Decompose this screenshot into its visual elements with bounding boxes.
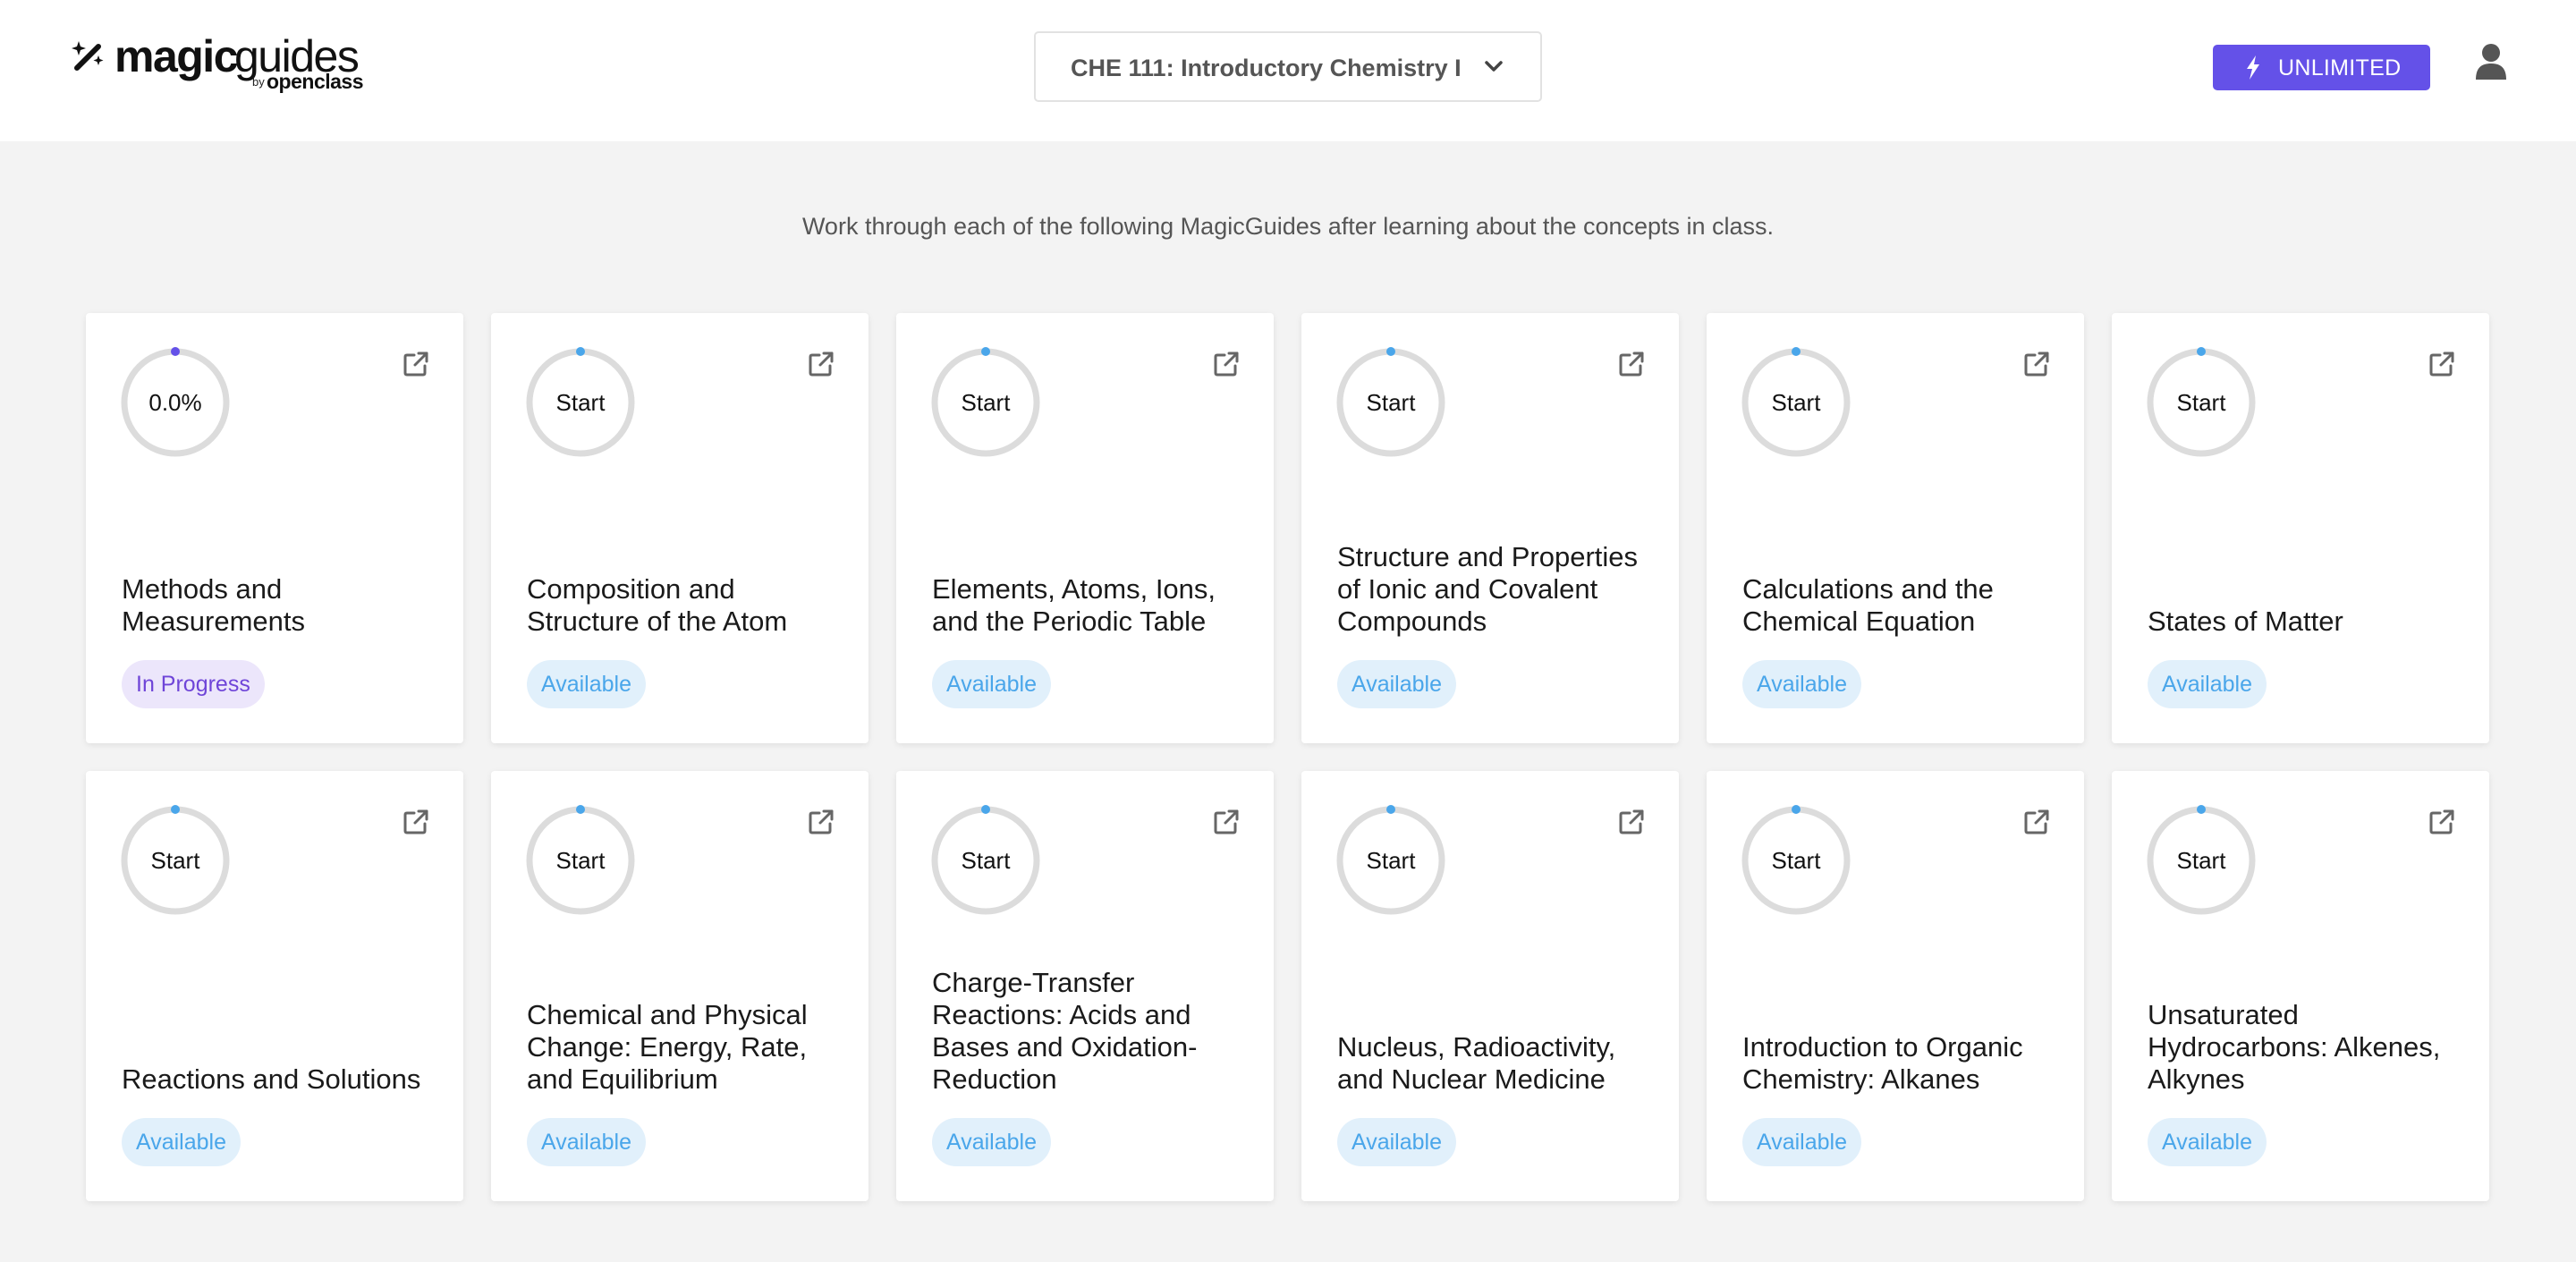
start-label: Start [961, 847, 1011, 874]
logo-magic-text: magic [114, 31, 239, 81]
guide-title: Reactions and Solutions [122, 1063, 421, 1095]
guide-title: Introduction to Organic Chemistry: Alkan… [1742, 1031, 2023, 1095]
status-badge: Available [122, 1118, 242, 1166]
guide-title: Nucleus, Radioactivity, and Nuclear Medi… [1337, 1031, 1616, 1095]
status-badge: Available [932, 660, 1052, 708]
logo-openclass-text: openclass [267, 70, 364, 93]
guide-card[interactable]: Start Composition and Structure of the At… [491, 313, 869, 743]
status-badge: Available [2148, 660, 2267, 708]
open-external-icon[interactable] [402, 809, 429, 835]
start-label: Start [1366, 847, 1416, 874]
top-header: magic guides by openclass CHE 111: Intro… [0, 0, 2576, 141]
start-label: Start [555, 389, 606, 416]
guide-title: Structure and Properties of Ionic and Co… [1337, 541, 1639, 637]
guide-title: Charge-Transfer Reactions: Acids and Bas… [932, 967, 1198, 1095]
start-label: Start [555, 847, 606, 874]
open-external-icon[interactable] [808, 809, 835, 835]
guide-card[interactable]: Start Nucleus, Radioactivity, and Nuclear… [1301, 771, 1679, 1201]
guide-title: Methods and Measurements [122, 573, 306, 637]
status-badge: Available [527, 660, 647, 708]
start-label: Start [1771, 847, 1821, 874]
guide-card[interactable]: Start Reactions and Solutions Available [86, 771, 463, 1201]
guide-card[interactable]: Start Chemical and Physical Change: Energ… [491, 771, 869, 1201]
start-label: Start [961, 389, 1011, 416]
status-badge: Available [1742, 660, 1862, 708]
open-external-icon[interactable] [1213, 809, 1240, 835]
status-badge: Available [1337, 660, 1457, 708]
guide-title: States of Matter [2148, 606, 2343, 637]
user-icon[interactable] [2474, 43, 2508, 80]
status-badge: Available [932, 1118, 1052, 1166]
guide-title: Unsaturated Hydrocarbons: Alkenes, Alkyn… [2148, 999, 2441, 1095]
guide-card[interactable]: Start States of Matter Available [2112, 313, 2489, 743]
start-label: Start [2176, 847, 2226, 874]
guide-card[interactable]: Start Charge-Transfer Reactions: Acids an… [896, 771, 1274, 1201]
start-label: Start [1366, 389, 1416, 416]
logo-by-text: by [252, 75, 265, 89]
guide-title: Composition and Structure of the Atom [527, 573, 788, 637]
open-external-icon[interactable] [1213, 351, 1240, 377]
progress-percent: 0.0% [148, 389, 202, 416]
open-external-icon[interactable] [2428, 809, 2455, 835]
course-select-label: CHE 111: Introductory Chemistry I [1071, 55, 1462, 81]
guide-card[interactable]: Start Elements, Atoms, Ions, and the Peri… [896, 313, 1274, 743]
guide-title: Elements, Atoms, Ions, and the Periodic … [932, 573, 1216, 637]
guide-card[interactable]: Start Structure and Properties of Ionic a… [1301, 313, 1679, 743]
unlimited-label: UNLIMITED [2278, 55, 2402, 80]
guide-card[interactable]: 0.0% Methods and Measurements In Progress [86, 313, 463, 743]
chevron-down-icon [1485, 61, 1503, 72]
open-external-icon[interactable] [1618, 351, 1645, 377]
status-badge: Available [527, 1118, 647, 1166]
open-external-icon[interactable] [2023, 351, 2050, 377]
start-label: Start [1771, 389, 1821, 416]
guide-title: Chemical and Physical Change: Energy, Ra… [527, 999, 808, 1095]
status-badge: In Progress [122, 660, 265, 708]
guide-title: Calculations and the Chemical Equation [1742, 573, 1994, 637]
magic-wand-icon [72, 41, 104, 71]
course-select[interactable]: CHE 111: Introductory Chemistry I [1034, 31, 1542, 102]
guide-card[interactable]: Start Unsaturated Hydrocarbons: Alkenes, … [2112, 771, 2489, 1201]
open-external-icon[interactable] [402, 351, 429, 377]
status-badge: Available [1337, 1118, 1457, 1166]
guide-card[interactable]: Start Calculations and the Chemical Equat… [1707, 313, 2084, 743]
magicguides-logo[interactable]: magic guides by openclass [72, 31, 376, 97]
open-external-icon[interactable] [2023, 809, 2050, 835]
status-badge: Available [2148, 1118, 2267, 1166]
guide-card[interactable]: Start Introduction to Organic Chemistry: … [1707, 771, 2084, 1201]
start-label: Start [2176, 389, 2226, 416]
open-external-icon[interactable] [1618, 809, 1645, 835]
unlimited-plan-button[interactable]: UNLIMITED [2213, 45, 2430, 90]
intro-text: Work through each of the following Magic… [801, 213, 1775, 240]
status-badge: Available [1742, 1118, 1862, 1166]
open-external-icon[interactable] [2428, 351, 2455, 377]
start-label: Start [150, 847, 200, 874]
bolt-icon [2247, 55, 2259, 80]
open-external-icon[interactable] [808, 351, 835, 377]
